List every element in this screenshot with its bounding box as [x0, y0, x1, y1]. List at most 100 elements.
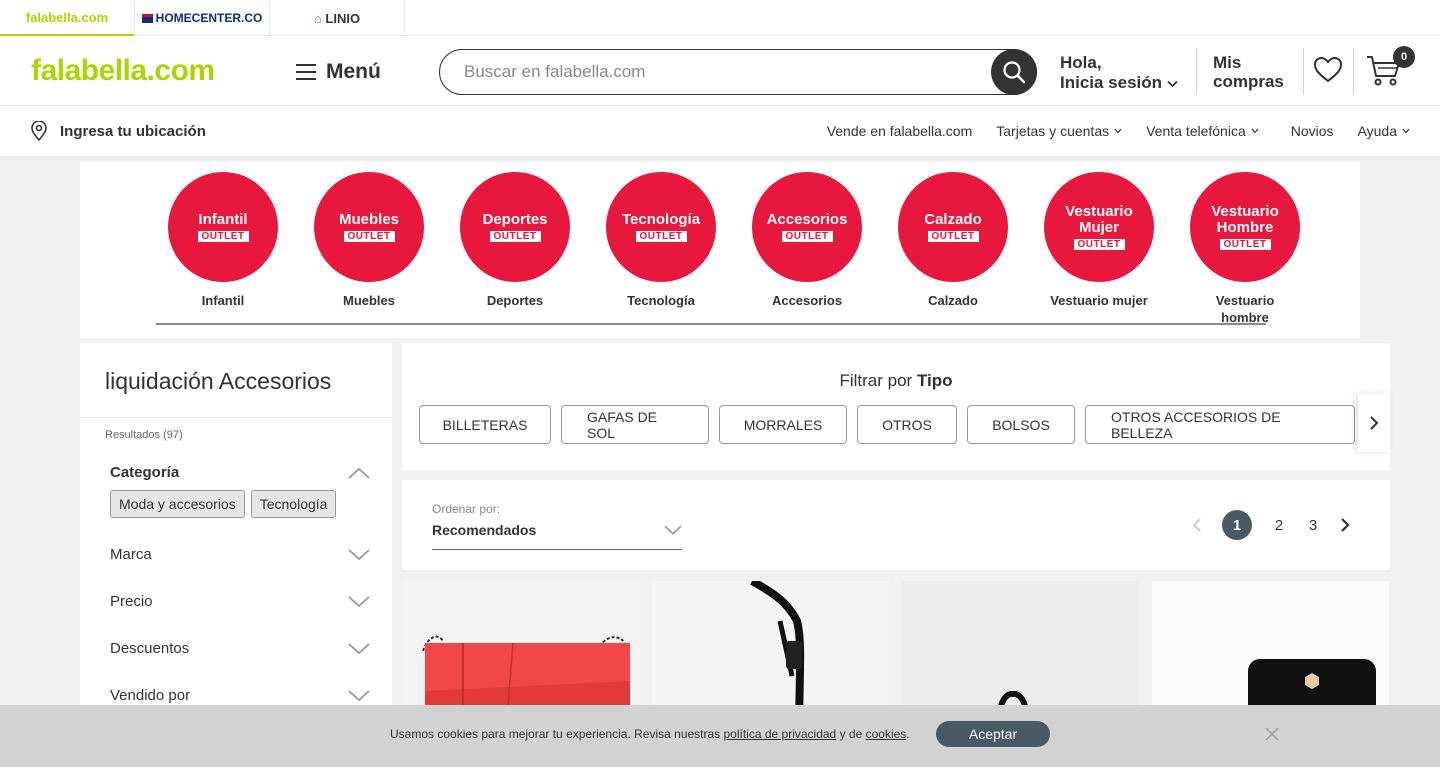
wedding-link[interactable]: Novios	[1291, 123, 1334, 139]
facet-label: Categoría	[110, 464, 180, 481]
facet-discounts[interactable]: Descuentos	[110, 640, 370, 657]
sell-link[interactable]: Vende en falabella.com	[827, 123, 973, 139]
phone-sales-menu[interactable]: Venta telefónica	[1146, 123, 1259, 139]
outlet-circle: Calzado OUTLET	[898, 172, 1008, 282]
chevron-left-icon[interactable]	[1192, 518, 1202, 532]
sort-select[interactable]: Recomendados	[432, 522, 536, 538]
type-option-otros[interactable]: OTROS	[857, 405, 957, 444]
outlet-circle: Muebles OUTLET	[314, 172, 424, 282]
category-chip[interactable]: Moda y accesorios	[110, 490, 245, 518]
outlet-category-vestuario-hombre[interactable]: Vestuario Hombre OUTLET Vestuario hombre	[1190, 172, 1300, 326]
brand-tab-label: falabella.com	[25, 9, 109, 25]
header-divider	[1353, 48, 1354, 94]
linio-logo-icon: ⌂	[313, 10, 322, 26]
main-header: falabella.com Menú Hola, Inicia sesión M…	[0, 36, 1440, 106]
brand-tab-homecenter[interactable]: HOMECENTER.CO	[135, 0, 270, 36]
type-filter: Filtrar por Tipo BILLETERAS GAFAS DE SOL…	[402, 343, 1390, 470]
cards-menu[interactable]: Tarjetas y cuentas	[996, 123, 1122, 139]
facet-category[interactable]: Categoría	[110, 464, 370, 481]
top-link-label: Vende en falabella.com	[826, 123, 973, 139]
page-link[interactable]: 3	[1306, 517, 1320, 534]
wishlist-button[interactable]	[1313, 56, 1343, 89]
page-link[interactable]: 2	[1272, 517, 1286, 534]
outlet-category-label: Vestuario hombre	[1215, 293, 1275, 325]
outlet-category-muebles[interactable]: Muebles OUTLET Muebles	[314, 172, 424, 326]
chevron-up-icon	[348, 467, 370, 479]
location-selector[interactable]: Ingresa tu ubicación	[30, 121, 206, 141]
facet-price[interactable]: Precio	[110, 593, 370, 610]
site-logo[interactable]: falabella.com	[31, 54, 215, 88]
category-scrollbar[interactable]	[156, 323, 1266, 325]
type-option-bolsos[interactable]: BOLSOS	[967, 405, 1075, 444]
sort-underline	[432, 549, 682, 550]
outlet-category-label: Calzado	[928, 293, 978, 308]
facet-sold-by[interactable]: Vendido por	[110, 687, 370, 704]
close-cookie-button[interactable]	[1265, 727, 1279, 746]
facet-brand[interactable]: Marca	[110, 546, 370, 563]
chevron-down-icon	[664, 525, 682, 536]
chevron-right-icon[interactable]	[1340, 518, 1350, 532]
outlet-circle-name: Vestuario Hombre	[1211, 203, 1279, 236]
search-input[interactable]	[464, 60, 984, 84]
facet-label: Marca	[110, 546, 152, 563]
homecenter-logo-icon	[141, 13, 153, 23]
brand-tab-label: LINIO	[325, 10, 361, 26]
type-option-morrales[interactable]: MORRALES	[719, 405, 847, 444]
top-link-label: Venta telefónica	[1146, 123, 1246, 139]
outlet-category-deportes[interactable]: Deportes OUTLET Deportes	[460, 172, 570, 326]
outlet-circle: Accesorios OUTLET	[752, 172, 862, 282]
chevron-down-icon	[1402, 128, 1410, 134]
outlet-category-calzado[interactable]: Calzado OUTLET Calzado	[898, 172, 1008, 326]
menu-button[interactable]: Menú	[296, 60, 381, 84]
outlet-categories: Infantil OUTLET Infantil Muebles OUTLET Mu…	[80, 162, 1360, 338]
sort-dropdown-toggle[interactable]	[664, 522, 682, 540]
outlet-badge: OUTLET	[1073, 239, 1125, 250]
filter-sidebar: liquidación Accesorios Resultados (97) C…	[80, 343, 392, 767]
outlet-circle-name: Infantil	[198, 211, 248, 228]
outlet-circle: Vestuario Mujer OUTLET	[1044, 172, 1154, 282]
close-icon	[1265, 727, 1279, 741]
location-pin-icon	[31, 121, 47, 141]
outlet-category-list: Infantil OUTLET Infantil Muebles OUTLET Mu…	[168, 172, 1300, 326]
type-filter-prefix: Filtrar por	[839, 371, 913, 390]
chevron-right-icon	[1370, 416, 1379, 430]
accept-cookies-button[interactable]: Aceptar	[936, 721, 1050, 747]
outlet-circle-name: Vestuario Mujer	[1065, 203, 1133, 236]
orders-line2: compras	[1213, 72, 1284, 91]
cookie-banner: Usamos cookies para mejorar tu experienc…	[0, 705, 1440, 767]
search-button[interactable]	[991, 49, 1037, 95]
category-chips: Moda y accesorios Tecnología	[110, 490, 337, 518]
outlet-circle-name: Calzado	[924, 211, 982, 228]
cookie-text-before: Usamos cookies para mejorar tu experienc…	[390, 727, 721, 741]
type-option-belleza[interactable]: OTROS ACCESORIOS DE BELLEZA	[1085, 405, 1355, 444]
outlet-category-label: Infantil	[201, 293, 245, 308]
sort-bar: Ordenar por: Recomendados 1 2 3	[402, 480, 1390, 570]
outlet-category-accesorios[interactable]: Accesorios OUTLET Accesorios	[752, 172, 862, 326]
facet-label: Descuentos	[110, 640, 190, 657]
outlet-badge: OUTLET	[489, 231, 541, 242]
type-option-gafas[interactable]: GAFAS DE SOL	[561, 405, 709, 444]
help-menu[interactable]: Ayuda	[1358, 123, 1410, 139]
outlet-category-label: Muebles	[342, 293, 395, 308]
page-current[interactable]: 1	[1222, 510, 1252, 540]
type-filter-next-button[interactable]	[1358, 394, 1390, 452]
brand-tab-linio[interactable]: ⌂ LINIO	[270, 0, 405, 36]
type-option-billeteras[interactable]: BILLETERAS	[419, 405, 551, 444]
type-filter-options: BILLETERAS GAFAS DE SOL MORRALES OTROS B…	[419, 405, 1355, 444]
chevron-down-icon	[348, 642, 370, 654]
divider	[80, 417, 392, 418]
privacy-policy-link[interactable]: política de privacidad	[724, 727, 837, 741]
outlet-category-infantil[interactable]: Infantil OUTLET Infantil	[168, 172, 278, 326]
outlet-circle: Deportes OUTLET	[460, 172, 570, 282]
outlet-circle-name: Tecnología	[621, 211, 701, 228]
hamburger-icon	[296, 64, 316, 80]
category-chip[interactable]: Tecnología	[250, 490, 337, 518]
outlet-category-label: Vestuario mujer	[1050, 293, 1148, 308]
cookies-link[interactable]: cookies	[866, 727, 907, 741]
my-orders-link[interactable]: Mis compras	[1213, 53, 1284, 91]
outlet-category-tecnologia[interactable]: Tecnología OUTLET Tecnología	[606, 172, 716, 326]
login-link[interactable]: Hola, Inicia sesión	[1060, 53, 1178, 93]
outlet-category-vestuario-mujer[interactable]: Vestuario Mujer OUTLET Vestuario mujer	[1044, 172, 1154, 326]
outlet-circle: Infantil OUTLET	[168, 172, 278, 282]
brand-tab-falabella[interactable]: falabella.com	[0, 0, 135, 36]
